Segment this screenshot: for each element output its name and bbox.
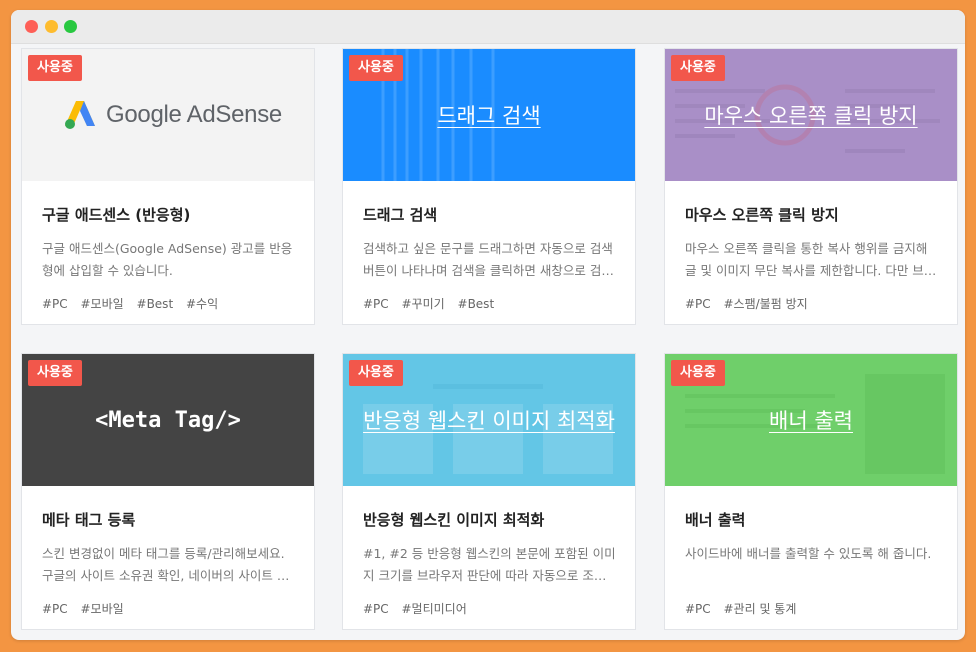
status-badge: 사용중 (349, 55, 403, 81)
card-title[interactable]: 메타 태그 등록 (42, 509, 296, 530)
tag[interactable]: #PC (685, 297, 711, 311)
adsense-logo-text: Google AdSense (106, 101, 282, 128)
browser-window: 사용중 Google AdSense 구글 애드센스 (반응형) 구글 애드센스… (11, 10, 965, 640)
card-tags: #PC #모바일 #Best #수익 (42, 295, 296, 312)
plugin-card-right-click-block[interactable]: 사용중 마우스 오른쪽 클릭 방지 마우스 오른쪽 클릭 방지 마우스 오른쪽 … (664, 48, 958, 325)
plugin-card-adsense[interactable]: 사용중 Google AdSense 구글 애드센스 (반응형) 구글 애드센스… (21, 48, 315, 325)
close-window-button[interactable] (25, 20, 38, 33)
zoom-window-button[interactable] (64, 20, 77, 33)
window-titlebar (11, 10, 965, 44)
card-tags: #PC #꾸미기 #Best (363, 295, 617, 312)
tag[interactable]: #PC (363, 297, 389, 311)
adsense-logo-icon (65, 101, 95, 129)
card-description: #1, #2 등 반응형 웹스킨의 본문에 포함된 이미지 크기를 브라우저 판… (363, 546, 617, 583)
card-description: 스킨 변경없이 메타 태그를 등록/관리해보세요. 구글의 사이트 소유권 확인… (42, 546, 289, 583)
status-badge: 사용중 (28, 55, 82, 81)
plugin-card-drag-search[interactable]: 사용중 드래그 검색 드래그 검색 검색하고 싶은 문구를 드래그하면 자동으로… (342, 48, 636, 325)
tag[interactable]: #Best (137, 297, 174, 311)
tag[interactable]: #PC (42, 602, 68, 616)
card-tags: #PC #관리 및 통계 (685, 600, 939, 617)
plugin-card-responsive-image[interactable]: 사용중 반응형 웹스킨 이미지 최적화 반응형 웹스킨 이미지 최적화 #1, … (342, 353, 636, 630)
card-description: 사이드바에 배너를 출력할 수 있도록 해 줍니다. (685, 546, 932, 561)
tag[interactable]: #PC (42, 297, 68, 311)
status-badge: 사용중 (349, 360, 403, 386)
card-description: 구글 애드센스(Google AdSense) 광고를 반응형에 삽입할 수 있… (42, 241, 293, 278)
card-title[interactable]: 배너 출력 (685, 509, 939, 530)
card-thumbnail: 사용중 Google AdSense (22, 49, 314, 181)
plugin-card-banner[interactable]: 사용중 배너 출력 배너 출력 사이드바에 배너를 출력할 수 있도록 해 줍니… (664, 353, 958, 630)
card-title[interactable]: 드래그 검색 (363, 204, 617, 225)
card-tags: #PC #스팸/불펌 방지 (685, 295, 939, 312)
status-badge: 사용중 (28, 360, 82, 386)
card-thumbnail: 사용중 배너 출력 (665, 354, 957, 486)
card-title[interactable]: 마우스 오른쪽 클릭 방지 (685, 204, 939, 225)
tag[interactable]: #수익 (186, 297, 218, 311)
status-badge: 사용중 (671, 360, 725, 386)
plugin-card-meta-tag[interactable]: 사용중 <Meta Tag/> 메타 태그 등록 스킨 변경없이 메타 태그를 … (21, 353, 315, 630)
tag[interactable]: #멀티미디어 (402, 602, 467, 616)
card-thumbnail: 사용중 반응형 웹스킨 이미지 최적화 (343, 354, 635, 486)
card-thumbnail: 사용중 마우스 오른쪽 클릭 방지 (665, 49, 957, 181)
card-title[interactable]: 반응형 웹스킨 이미지 최적화 (363, 509, 617, 530)
minimize-window-button[interactable] (45, 20, 58, 33)
card-thumbnail: 사용중 <Meta Tag/> (22, 354, 314, 486)
tag[interactable]: #Best (458, 297, 495, 311)
tag[interactable]: #PC (685, 602, 711, 616)
card-tags: #PC #멀티미디어 (363, 600, 617, 617)
tag[interactable]: #모바일 (81, 297, 124, 311)
card-thumbnail: 사용중 드래그 검색 (343, 49, 635, 181)
card-description: 마우스 오른쪽 클릭을 통한 복사 행위를 금지해 글 및 이미지 무단 복사를… (685, 241, 936, 278)
tag[interactable]: #꾸미기 (402, 297, 445, 311)
card-description: 검색하고 싶은 문구를 드래그하면 자동으로 검색 버튼이 나타나며 검색을 클… (363, 241, 613, 278)
tag[interactable]: #스팸/불펌 방지 (724, 297, 808, 311)
tag[interactable]: #모바일 (81, 602, 124, 616)
tag[interactable]: #PC (363, 602, 389, 616)
status-badge: 사용중 (671, 55, 725, 81)
tag[interactable]: #관리 및 통계 (724, 602, 797, 616)
card-title[interactable]: 구글 애드센스 (반응형) (42, 204, 296, 225)
card-tags: #PC #모바일 (42, 600, 296, 617)
